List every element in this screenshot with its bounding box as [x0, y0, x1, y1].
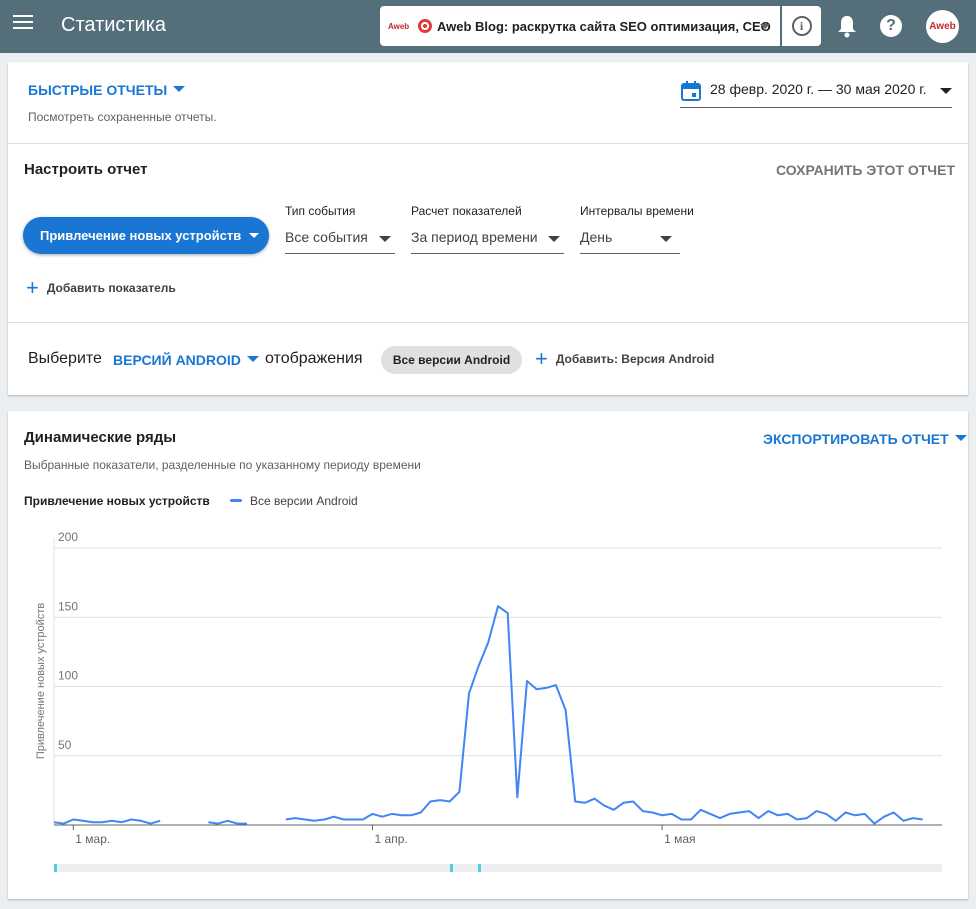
y-tick-label: 100: [58, 669, 78, 683]
interval-label: Интервалы времени: [580, 204, 694, 218]
calendar-icon: [681, 81, 701, 101]
menu-icon[interactable]: [13, 15, 35, 37]
dimension-select[interactable]: ВЕРСИЙ ANDROID: [113, 352, 259, 368]
save-report-button[interactable]: СОХРАНИТЬ ЭТОТ ОТЧЕТ: [776, 162, 955, 178]
date-range-value: 28 февр. 2020 г. — 30 мая 2020 г.: [710, 81, 927, 97]
project-logo: Aweb: [388, 21, 410, 31]
event-type-value: Все события: [285, 229, 368, 245]
y-axis-title: Привлечение новых устройств: [35, 603, 47, 760]
range-marker[interactable]: [54, 864, 57, 872]
project-name: Aweb Blog: раскрутка сайта SEO оптимизац…: [437, 18, 771, 34]
project-selector[interactable]: Aweb Aweb Blog: раскрутка сайта SEO опти…: [380, 6, 780, 46]
range-scrubber[interactable]: [54, 864, 942, 872]
plus-icon: +: [535, 346, 548, 371]
date-range-picker[interactable]: 28 февр. 2020 г. — 30 мая 2020 г.: [680, 78, 952, 108]
add-dimension-label: Добавить: Версия Android: [555, 352, 715, 366]
calc-select[interactable]: За период времени: [411, 224, 564, 254]
quick-reports-label: БЫСТРЫЕ ОТЧЕТЫ: [28, 82, 168, 98]
quick-reports-menu[interactable]: БЫСТРЫЕ ОТЧЕТЫ: [28, 82, 186, 98]
chevron-down-icon: [940, 88, 952, 94]
interval-select[interactable]: День: [580, 224, 680, 254]
metric-select-label: Привлечение новых устройств: [40, 228, 242, 243]
chevron-down-icon: [760, 24, 770, 29]
chevron-down-icon: [548, 236, 560, 242]
saved-reports-hint: Посмотреть сохраненные отчеты.: [28, 110, 217, 124]
x-tick-label: 1 апр.: [375, 832, 408, 846]
divider: [8, 322, 968, 323]
page-title: Статистика: [61, 14, 167, 36]
avatar[interactable]: Aweb: [926, 10, 959, 43]
project-info-button[interactable]: i: [782, 6, 821, 46]
timeseries-chart: 50 100 150 200 Привлечение новых устройств 1 …: [35, 530, 942, 872]
help-icon[interactable]: ?: [880, 15, 902, 37]
x-tick-label: 1 мая: [664, 832, 695, 846]
configure-report-title: Настроить отчет: [24, 161, 148, 178]
dimension-chip[interactable]: Все версии Android: [381, 346, 522, 374]
target-icon: [418, 19, 432, 33]
chevron-down-icon: [249, 233, 260, 238]
choose-label: Выберите: [28, 350, 102, 367]
bell-icon[interactable]: [836, 14, 858, 38]
top-app-bar: Статистика Aweb Aweb Blog: раскрутка сай…: [0, 0, 976, 53]
info-icon: i: [791, 16, 812, 36]
display-label: отображения: [265, 350, 363, 367]
calc-label: Расчет показателей: [411, 204, 522, 218]
series-line[interactable]: [53, 605, 923, 825]
x-tick-label: 1 мар.: [75, 832, 110, 846]
report-config-card: БЫСТРЫЕ ОТЧЕТЫ Посмотреть сохраненные от…: [8, 62, 968, 395]
range-marker[interactable]: [478, 864, 481, 872]
event-type-select[interactable]: Все события: [285, 224, 395, 254]
chevron-down-icon: [246, 356, 259, 362]
metric-select-button[interactable]: Привлечение новых устройств: [23, 217, 269, 254]
chevron-down-icon: [660, 236, 672, 242]
add-metric-label: Добавить показатель: [46, 281, 176, 295]
add-dimension-button[interactable]: + Добавить: Версия Android: [535, 346, 715, 371]
dimension-label: ВЕРСИЙ ANDROID: [113, 352, 241, 368]
range-marker[interactable]: [450, 864, 453, 872]
divider: [8, 143, 968, 144]
chevron-down-icon: [379, 236, 391, 242]
chevron-down-icon: [173, 86, 186, 92]
y-tick-label: 200: [58, 530, 78, 544]
event-type-label: Тип события: [285, 204, 356, 218]
calc-value: За период времени: [411, 229, 538, 245]
timeseries-card: Динамические ряды ЭКСПОРТИРОВАТЬ ОТЧЕТ В…: [8, 411, 968, 899]
interval-value: День: [580, 229, 613, 245]
plus-icon: +: [26, 275, 39, 300]
y-tick-label: 50: [58, 738, 72, 752]
y-tick-label: 150: [58, 599, 78, 613]
add-metric-button[interactable]: + Добавить показатель: [26, 275, 176, 300]
